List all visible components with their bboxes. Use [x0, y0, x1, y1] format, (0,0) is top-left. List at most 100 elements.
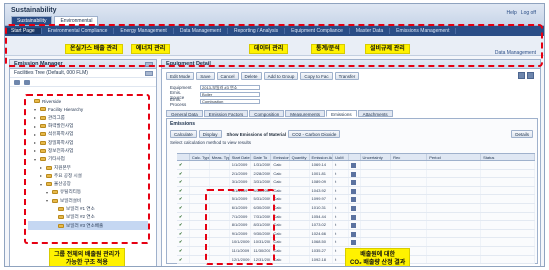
tree-node[interactable]: ▸ 지원본부 — [28, 163, 148, 171]
equipment-form: Equipment 2013-보일러 #3 연소 Emis. Source Boile… — [170, 84, 260, 107]
detail-icon[interactable] — [351, 205, 357, 211]
facility-menu-button[interactable] — [145, 71, 153, 76]
expand-icon[interactable]: ▾ — [46, 190, 50, 195]
table-cell — [427, 195, 482, 203]
table-row[interactable]: ✔ 2/1/2009 2/28/2009 Calc 1001.81 t — [177, 169, 535, 179]
expand-icon[interactable]: ▾ — [34, 107, 38, 112]
table-cell — [361, 203, 392, 212]
tree-node[interactable]: ▸ 정보전자사업 — [28, 147, 148, 155]
detail-icon[interactable] — [351, 214, 357, 220]
tree-node[interactable]: 보일러 #1 연소 — [28, 205, 148, 213]
column-header[interactable]: Quantity — [290, 154, 310, 160]
help-link[interactable]: Help — [507, 10, 517, 16]
tree-node[interactable]: ▸ 정밀화학사업 — [28, 138, 148, 146]
expand-icon[interactable]: ▾ — [34, 157, 38, 162]
tree-node[interactable]: ▸ 석유화학사업 — [28, 130, 148, 138]
column-header[interactable]: Start Date — [230, 154, 252, 160]
detail-icon[interactable] — [351, 223, 357, 229]
table-row[interactable]: ✔ 3/1/2009 3/31/2009 Calc 1089.09 t — [177, 178, 535, 187]
collapse-icon[interactable]: ▸ — [34, 115, 38, 120]
refresh-icon[interactable] — [14, 80, 20, 85]
tree-node[interactable]: ▸ 관리그룹 — [28, 114, 148, 122]
calculate-button[interactable]: Calculate — [170, 130, 197, 138]
tree-node[interactable]: 보일러 #3 연소배출 — [28, 221, 148, 230]
form-field[interactable]: 2013-보일러 #3 연소 — [200, 85, 260, 90]
form-field[interactable]: Boiler — [200, 92, 260, 97]
table-cell: 1054.44 — [310, 212, 334, 221]
collapse-icon[interactable]: ▸ — [34, 124, 38, 129]
folder-icon — [46, 173, 52, 178]
column-header[interactable]: Meas. Type — [210, 154, 230, 160]
table-cell: 1069.14 — [310, 161, 334, 169]
cancel-button[interactable]: Cancel — [216, 72, 239, 80]
edit-mode-button[interactable]: Edit Mode — [166, 72, 195, 80]
save-button[interactable]: Save — [196, 72, 215, 80]
column-header[interactable]: Emission — [271, 154, 290, 160]
callout-stats: 통계/분석 — [311, 44, 345, 54]
material-filter-select[interactable]: CO2 - Carbon Dioxide — [288, 130, 341, 138]
table-row[interactable]: ✔ 1/1/2009 1/31/2009 Calc 1069.14 t — [177, 161, 535, 170]
tree-node[interactable]: ▾ 기타사업 — [28, 155, 148, 163]
subtab[interactable]: Measurements — [285, 110, 326, 117]
column-header[interactable]: Uncertainty — [361, 154, 392, 160]
detail-icon[interactable] — [351, 171, 357, 177]
detail-icon[interactable] — [351, 240, 357, 246]
column-header[interactable]: Emission Amt — [310, 154, 334, 160]
material-filter-label: Show Emissions of Material — [226, 131, 287, 137]
table-cell — [481, 178, 535, 186]
detail-icon[interactable] — [351, 231, 357, 237]
subtab[interactable]: Attachments — [357, 110, 393, 117]
tree-node[interactable]: ▾ 보일러설비 — [28, 197, 148, 205]
table-cell — [391, 212, 428, 221]
detail-icon[interactable] — [351, 163, 357, 168]
column-header[interactable]: Date To — [251, 154, 272, 160]
transfer-button[interactable]: Transfer — [334, 72, 360, 80]
row-status-icon: ✔ — [177, 161, 190, 169]
table-cell — [391, 186, 428, 195]
column-header[interactable]: Status — [481, 154, 535, 160]
tree-node[interactable]: 보일러 #2 연소 — [28, 213, 148, 221]
column-header[interactable]: Rec — [391, 154, 428, 160]
detail-icon[interactable] — [351, 188, 357, 194]
details-button[interactable]: Details — [511, 130, 533, 138]
display-button[interactable]: Display — [198, 130, 222, 138]
column-header[interactable] — [177, 154, 190, 160]
detail-icon[interactable] — [351, 197, 357, 203]
logoff-link[interactable]: Log off — [521, 10, 536, 16]
form-field[interactable]: Combustion — [200, 99, 260, 104]
help-icon[interactable] — [518, 72, 525, 79]
collapse-icon[interactable]: ▸ — [34, 148, 38, 153]
delete-button[interactable]: Delete — [240, 72, 262, 80]
expand-icon[interactable]: ▾ — [40, 182, 44, 187]
tree-node[interactable]: Riverside — [28, 97, 148, 105]
table-cell — [481, 195, 535, 203]
detail-icon[interactable] — [351, 180, 357, 186]
subtab[interactable]: General Data — [166, 110, 203, 117]
tree-node[interactable]: ▸ 주요 공정 시설 — [28, 172, 148, 180]
subtab[interactable]: Emission Factors — [203, 110, 249, 117]
column-header[interactable]: Period — [427, 154, 482, 160]
callout-co2: 배출원에 대한 CO₂ 배출량 산정 결과 — [345, 248, 411, 266]
column-header[interactable] — [349, 154, 361, 160]
search-icon[interactable] — [24, 80, 30, 85]
column-header[interactable]: UoM — [333, 154, 350, 160]
subtab[interactable]: Emissions — [326, 110, 357, 117]
collapse-icon[interactable]: ▸ — [34, 140, 38, 145]
column-header[interactable]: Calc. Type — [190, 154, 210, 160]
collapse-icon[interactable]: ▸ — [40, 173, 44, 178]
add-to-group-button[interactable]: Add to Group — [263, 72, 299, 80]
copy-to-facility-button[interactable]: Copy to Fac — [300, 72, 333, 80]
tree-node-label: 유틸리티동 — [60, 189, 82, 195]
table-cell: t — [333, 212, 350, 221]
expand-icon[interactable]: ▾ — [46, 198, 50, 203]
tree-node[interactable]: ▾ 울산공장 — [28, 180, 148, 188]
table-cell: 1001.81 — [310, 169, 334, 178]
brand-title: Sustainability — [11, 7, 57, 14]
collapse-icon[interactable]: ▸ — [40, 165, 44, 170]
collapse-icon[interactable]: ▸ — [34, 132, 38, 137]
print-icon[interactable] — [527, 72, 534, 79]
tree-node[interactable]: ▾ Facility Hierarchy — [28, 105, 148, 113]
tree-node[interactable]: ▾ 유틸리티동 — [28, 188, 148, 196]
subtab[interactable]: Composition — [249, 110, 285, 117]
tree-node[interactable]: ▸ 화력발전사업 — [28, 122, 148, 130]
